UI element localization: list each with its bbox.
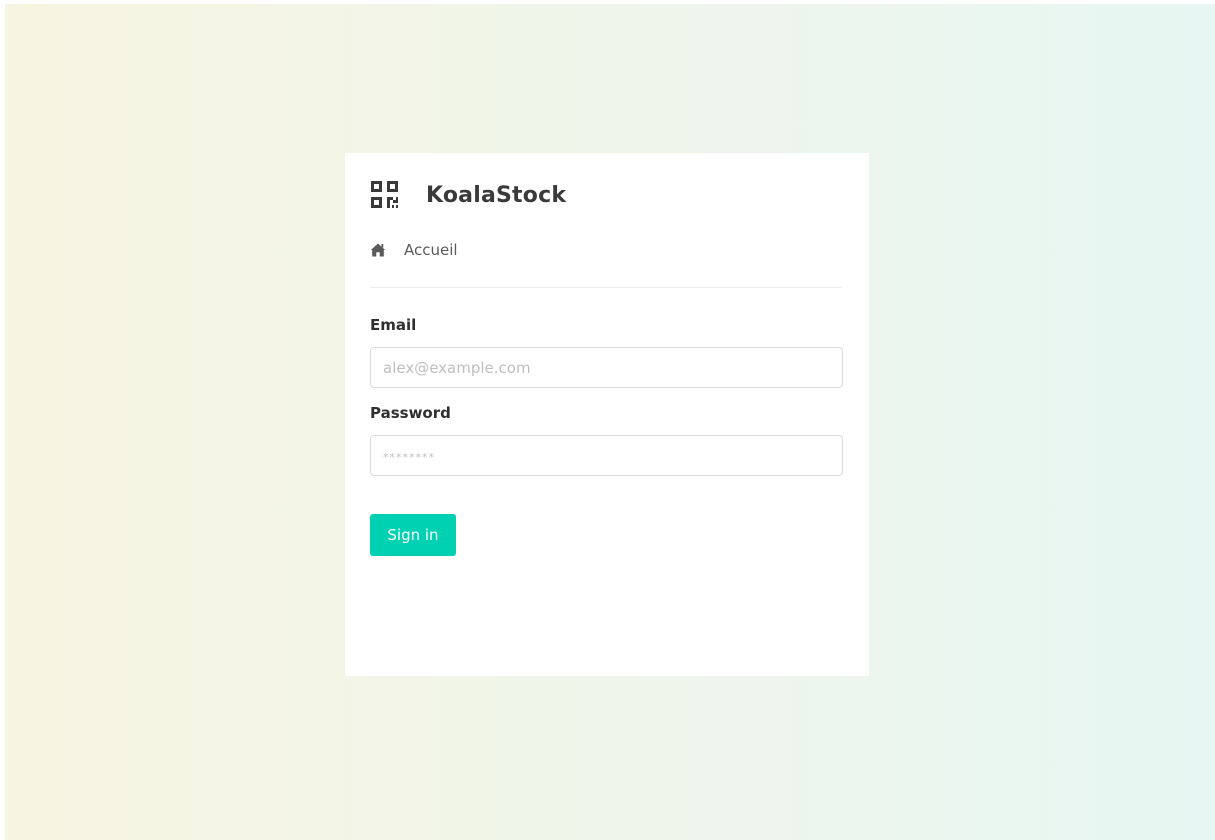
brand-header: KoalaStock	[370, 179, 566, 211]
divider	[370, 287, 843, 288]
password-label: Password	[370, 404, 451, 422]
email-field[interactable]	[370, 347, 843, 388]
home-link[interactable]: Accueil	[370, 239, 458, 261]
qrcode-icon	[371, 181, 398, 208]
password-field[interactable]	[370, 435, 843, 476]
home-link-label: Accueil	[404, 241, 458, 259]
home-icon	[370, 243, 386, 257]
brand-name: KoalaStock	[426, 182, 567, 208]
sign-in-button[interactable]: Sign in	[370, 514, 456, 556]
login-card: KoalaStock Accueil Email Password Sign i…	[345, 153, 869, 676]
email-label: Email	[370, 316, 417, 334]
